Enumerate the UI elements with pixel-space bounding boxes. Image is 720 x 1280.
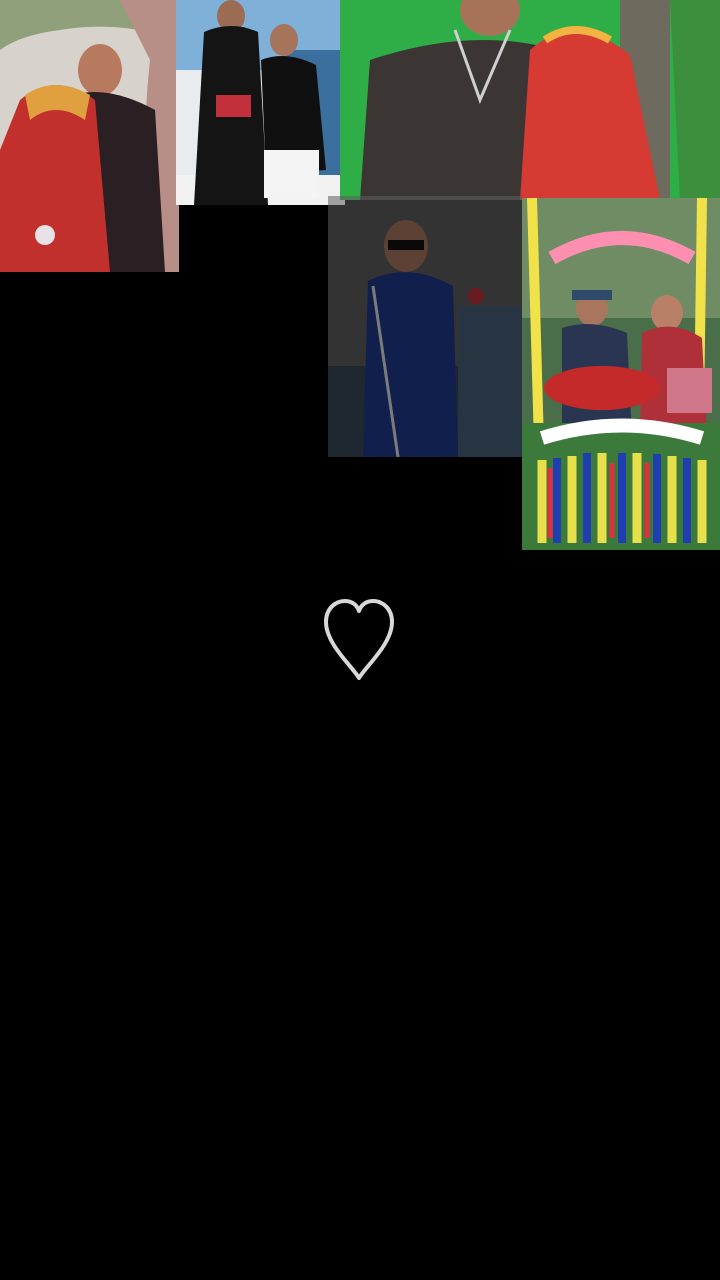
collage-photo-couple-black-outfits[interactable] xyxy=(176,0,345,205)
collage-photo-couple-green-background[interactable] xyxy=(340,0,720,200)
photo-collage-screen xyxy=(0,0,720,1280)
heart-outline-icon[interactable] xyxy=(322,598,396,682)
collage-photo-woman-blue-sari[interactable] xyxy=(328,196,522,457)
collage-photo-couple-flower-swing[interactable] xyxy=(522,198,720,550)
collage-photo-couple-red-sari[interactable] xyxy=(0,0,179,272)
